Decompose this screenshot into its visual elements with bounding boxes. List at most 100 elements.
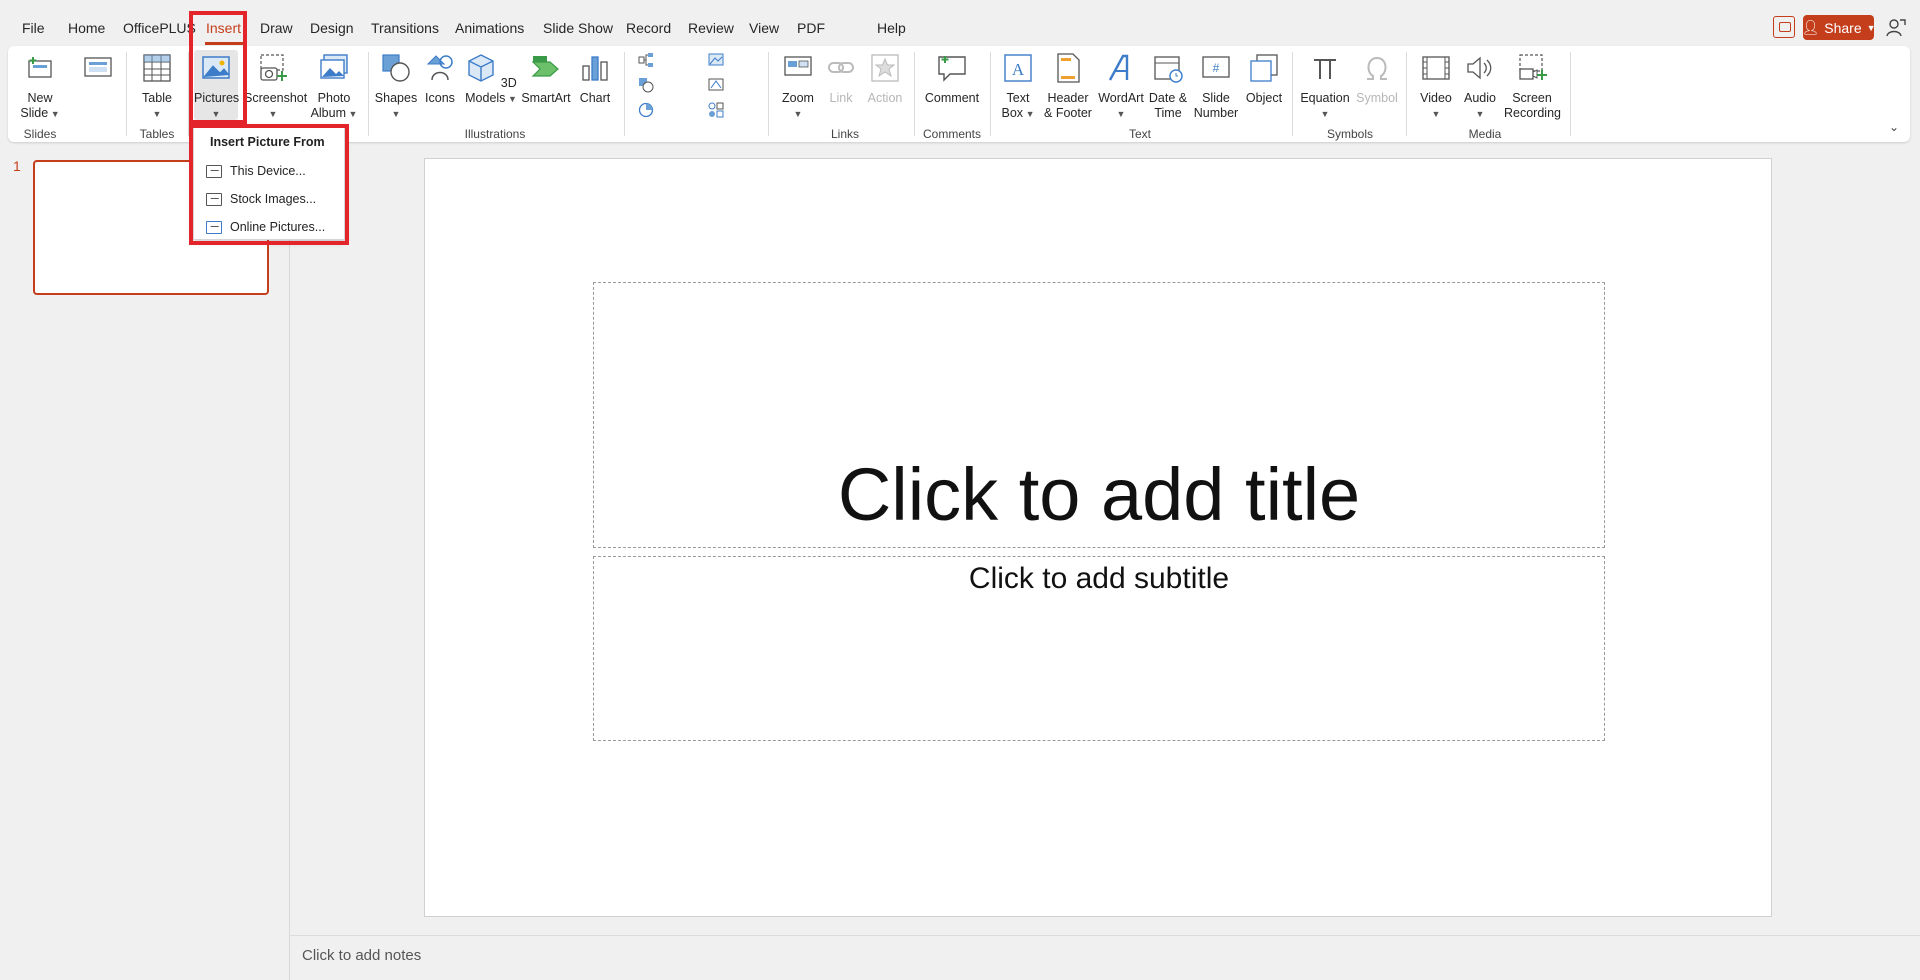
date-time-button[interactable]: Date & Time: [1148, 52, 1188, 121]
group-label-text: Text: [1128, 127, 1151, 141]
3d-cube-icon: [468, 54, 494, 82]
layout-icon: [84, 57, 112, 77]
wordart-button[interactable]: WordArt ▼: [1096, 52, 1146, 122]
chart-button[interactable]: Chart: [576, 52, 614, 106]
icons-button[interactable]: Icons: [420, 52, 460, 106]
shapes-grid-icon[interactable]: [708, 102, 724, 118]
tab-slide-show[interactable]: Slide Show: [543, 20, 613, 36]
slide-number-label: Slide Number: [1193, 91, 1239, 120]
link-button[interactable]: Link: [824, 52, 858, 106]
stock-images-label: Stock Images...: [230, 192, 317, 206]
tab-file[interactable]: File: [22, 20, 45, 36]
video-button[interactable]: Video ▼: [1416, 52, 1456, 122]
coauthoring-icon[interactable]: [1885, 17, 1907, 39]
video-label: Video: [1420, 91, 1452, 105]
pictures-icon: [202, 56, 230, 79]
action-star-icon: [871, 54, 899, 82]
stock-image-icon: [206, 192, 222, 206]
slide-number-button[interactable]: # Slide Number: [1192, 52, 1240, 121]
group-label-media: Media: [1468, 127, 1502, 141]
comment-button[interactable]: Comment: [922, 52, 982, 106]
tab-officeplus[interactable]: OfficePLUS: [123, 20, 196, 36]
audio-button[interactable]: Audio ▼: [1460, 52, 1500, 122]
separator: [1292, 52, 1293, 136]
action-label: Action: [867, 91, 903, 105]
screen-recording-icon: [1519, 54, 1547, 80]
notes-placeholder: Click to add notes: [302, 947, 422, 964]
separator: [1406, 52, 1407, 136]
collapse-ribbon-icon[interactable]: ⌄: [1889, 120, 1899, 134]
tab-view[interactable]: View: [749, 20, 779, 36]
chart-icon: [582, 56, 608, 81]
zoom-label: Zoom: [782, 91, 814, 105]
share-button[interactable]: 👤︎ Share ▼: [1801, 15, 1876, 40]
shapes-label: Shapes: [374, 91, 418, 105]
slide-number-icon: #: [1202, 56, 1230, 78]
smartart-icon: [531, 56, 559, 77]
slide-number: 1: [13, 158, 21, 174]
image-edit-icon[interactable]: [708, 77, 724, 93]
dropdown-header: Insert Picture From: [210, 135, 325, 149]
tab-transitions[interactable]: Transitions: [371, 20, 439, 36]
notes-pane[interactable]: Click to add notes: [290, 935, 1920, 980]
new-slide-button[interactable]: New Slide ▼: [20, 52, 60, 122]
this-device-menu-item[interactable]: This Device...: [206, 160, 336, 182]
tab-animations[interactable]: Animations: [455, 20, 524, 36]
wordart-icon: [1108, 54, 1129, 81]
hierarchy-icon[interactable]: [638, 52, 654, 68]
table-button[interactable]: Table ▼: [140, 52, 174, 122]
screenshot-label: Screenshot: [244, 91, 308, 105]
action-button[interactable]: Action: [864, 52, 906, 106]
object-button[interactable]: Object: [1244, 52, 1284, 106]
shapes-button[interactable]: Shapes ▼: [374, 52, 418, 122]
3d-models-button[interactable]: 3D Models ▼: [464, 52, 518, 107]
tab-draw[interactable]: Draw: [260, 20, 293, 36]
omega-icon: [1367, 56, 1387, 80]
image-small-icon[interactable]: [708, 52, 724, 68]
online-image-icon: [206, 220, 222, 234]
subtitle-placeholder-text: Click to add subtitle: [968, 562, 1230, 595]
screen-recording-button[interactable]: Screen Recording: [1504, 52, 1561, 121]
stock-images-menu-item[interactable]: Stock Images...: [206, 188, 336, 210]
comment-label: Comment: [924, 91, 980, 105]
text-box-button[interactable]: A Text Box ▼: [998, 52, 1038, 122]
tab-record[interactable]: Record: [626, 20, 671, 36]
tab-insert[interactable]: Insert: [206, 20, 241, 36]
share-icon: 👤︎: [1801, 19, 1820, 35]
online-pictures-menu-item[interactable]: Online Pictures...: [206, 216, 336, 238]
tab-review[interactable]: Review: [688, 20, 734, 36]
insert-picture-dropdown: Insert Picture From This Device... Stock…: [193, 126, 345, 240]
photo-album-button[interactable]: Photo Album ▼: [308, 52, 360, 122]
smartart-button[interactable]: SmartArt: [520, 52, 572, 106]
video-icon: [1422, 56, 1450, 80]
symbol-button[interactable]: Symbol: [1356, 52, 1398, 106]
subtitle-placeholder[interactable]: Click to add subtitle: [593, 556, 1605, 741]
tab-pdf[interactable]: PDF: [797, 20, 825, 36]
device-image-icon: [206, 164, 222, 178]
pi-icon: [1314, 59, 1336, 79]
table-label: Table: [142, 91, 172, 105]
text-box-icon: A: [1004, 54, 1032, 82]
zoom-button[interactable]: Zoom ▼: [778, 52, 818, 122]
separator: [990, 52, 991, 136]
screenshot-button[interactable]: Screenshot ▼: [244, 52, 307, 122]
tab-home[interactable]: Home: [68, 20, 105, 36]
pictures-button[interactable]: Pictures ▼: [194, 52, 239, 122]
tab-help[interactable]: Help: [877, 20, 906, 36]
comments-button[interactable]: [1773, 16, 1795, 38]
date-time-label: Date & Time: [1148, 91, 1188, 120]
equation-button[interactable]: Equation ▼: [1298, 52, 1352, 122]
pie-chart-icon[interactable]: [638, 102, 654, 118]
tab-design[interactable]: Design: [310, 20, 354, 36]
link-icon: [828, 62, 854, 73]
header-footer-button[interactable]: Header & Footer: [1042, 52, 1094, 121]
slide-layout-button[interactable]: [82, 52, 114, 91]
speaker-icon: [1467, 56, 1492, 80]
header-footer-label: Header & Footer: [1044, 91, 1092, 120]
group-label-links: Links: [830, 127, 859, 141]
wordart-label: WordArt: [1098, 91, 1144, 105]
title-placeholder[interactable]: Click to add title: [593, 282, 1605, 548]
menu-bar: File Home OfficePLUS Insert Draw Design …: [0, 0, 1920, 48]
active-tab-underline: [205, 42, 245, 45]
shapes-small-icon[interactable]: [638, 77, 654, 93]
